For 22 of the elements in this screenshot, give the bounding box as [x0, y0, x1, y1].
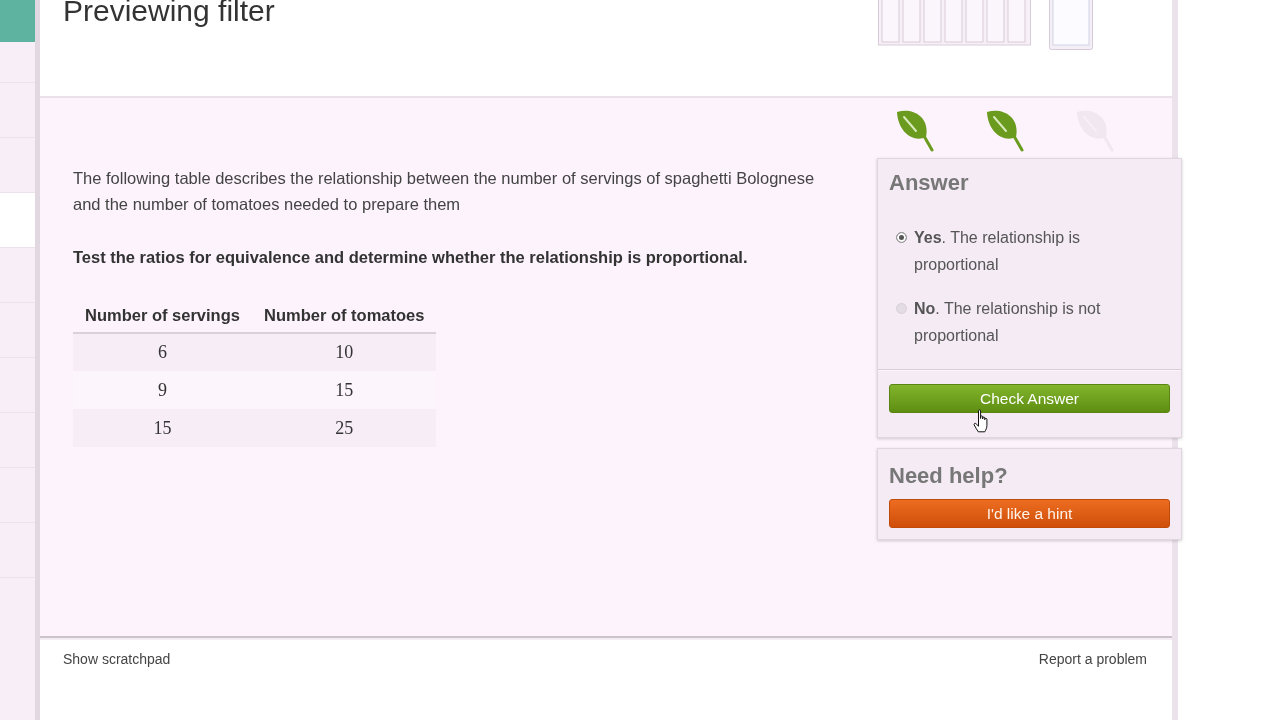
panel-title: Answer: [889, 170, 969, 196]
choice-text: No. The relationship is not proportional: [914, 299, 1102, 346]
column-header: Number of tomatoes: [251, 299, 437, 333]
report-problem-link[interactable]: Report a problem: [1038, 650, 1147, 668]
table-cell: 25: [251, 409, 437, 447]
table-cell: 6: [73, 333, 252, 371]
hand-cursor-icon: [973, 409, 991, 433]
hint-button[interactable]: I'd like a hint: [889, 499, 1170, 528]
sidebar-highlight: [0, 0, 35, 42]
choice-text: Yes. The relationship is proportional: [914, 228, 1082, 275]
panel-title: Need help?: [889, 463, 1008, 489]
column-header: Number of servings: [73, 299, 252, 333]
page-title: Previewing filter: [63, 0, 275, 26]
table-cell: 15: [73, 409, 252, 447]
scratchpad-link[interactable]: Show scratchpad: [63, 650, 171, 668]
question-text: The following table describes the relationship between the number of servings of spaghetti Bolognese and the number of tomatoes needed to prepare them: [73, 168, 816, 215]
question-instruction: Test the ratios for equivalence and determine whether the relationship is proportional.: [73, 247, 749, 268]
table-cell: 15: [251, 371, 437, 409]
radio-button[interactable]: [896, 232, 907, 243]
radio-button[interactable]: [896, 303, 907, 314]
table-cell: 9: [73, 371, 252, 409]
table-cell: 10: [251, 333, 437, 371]
